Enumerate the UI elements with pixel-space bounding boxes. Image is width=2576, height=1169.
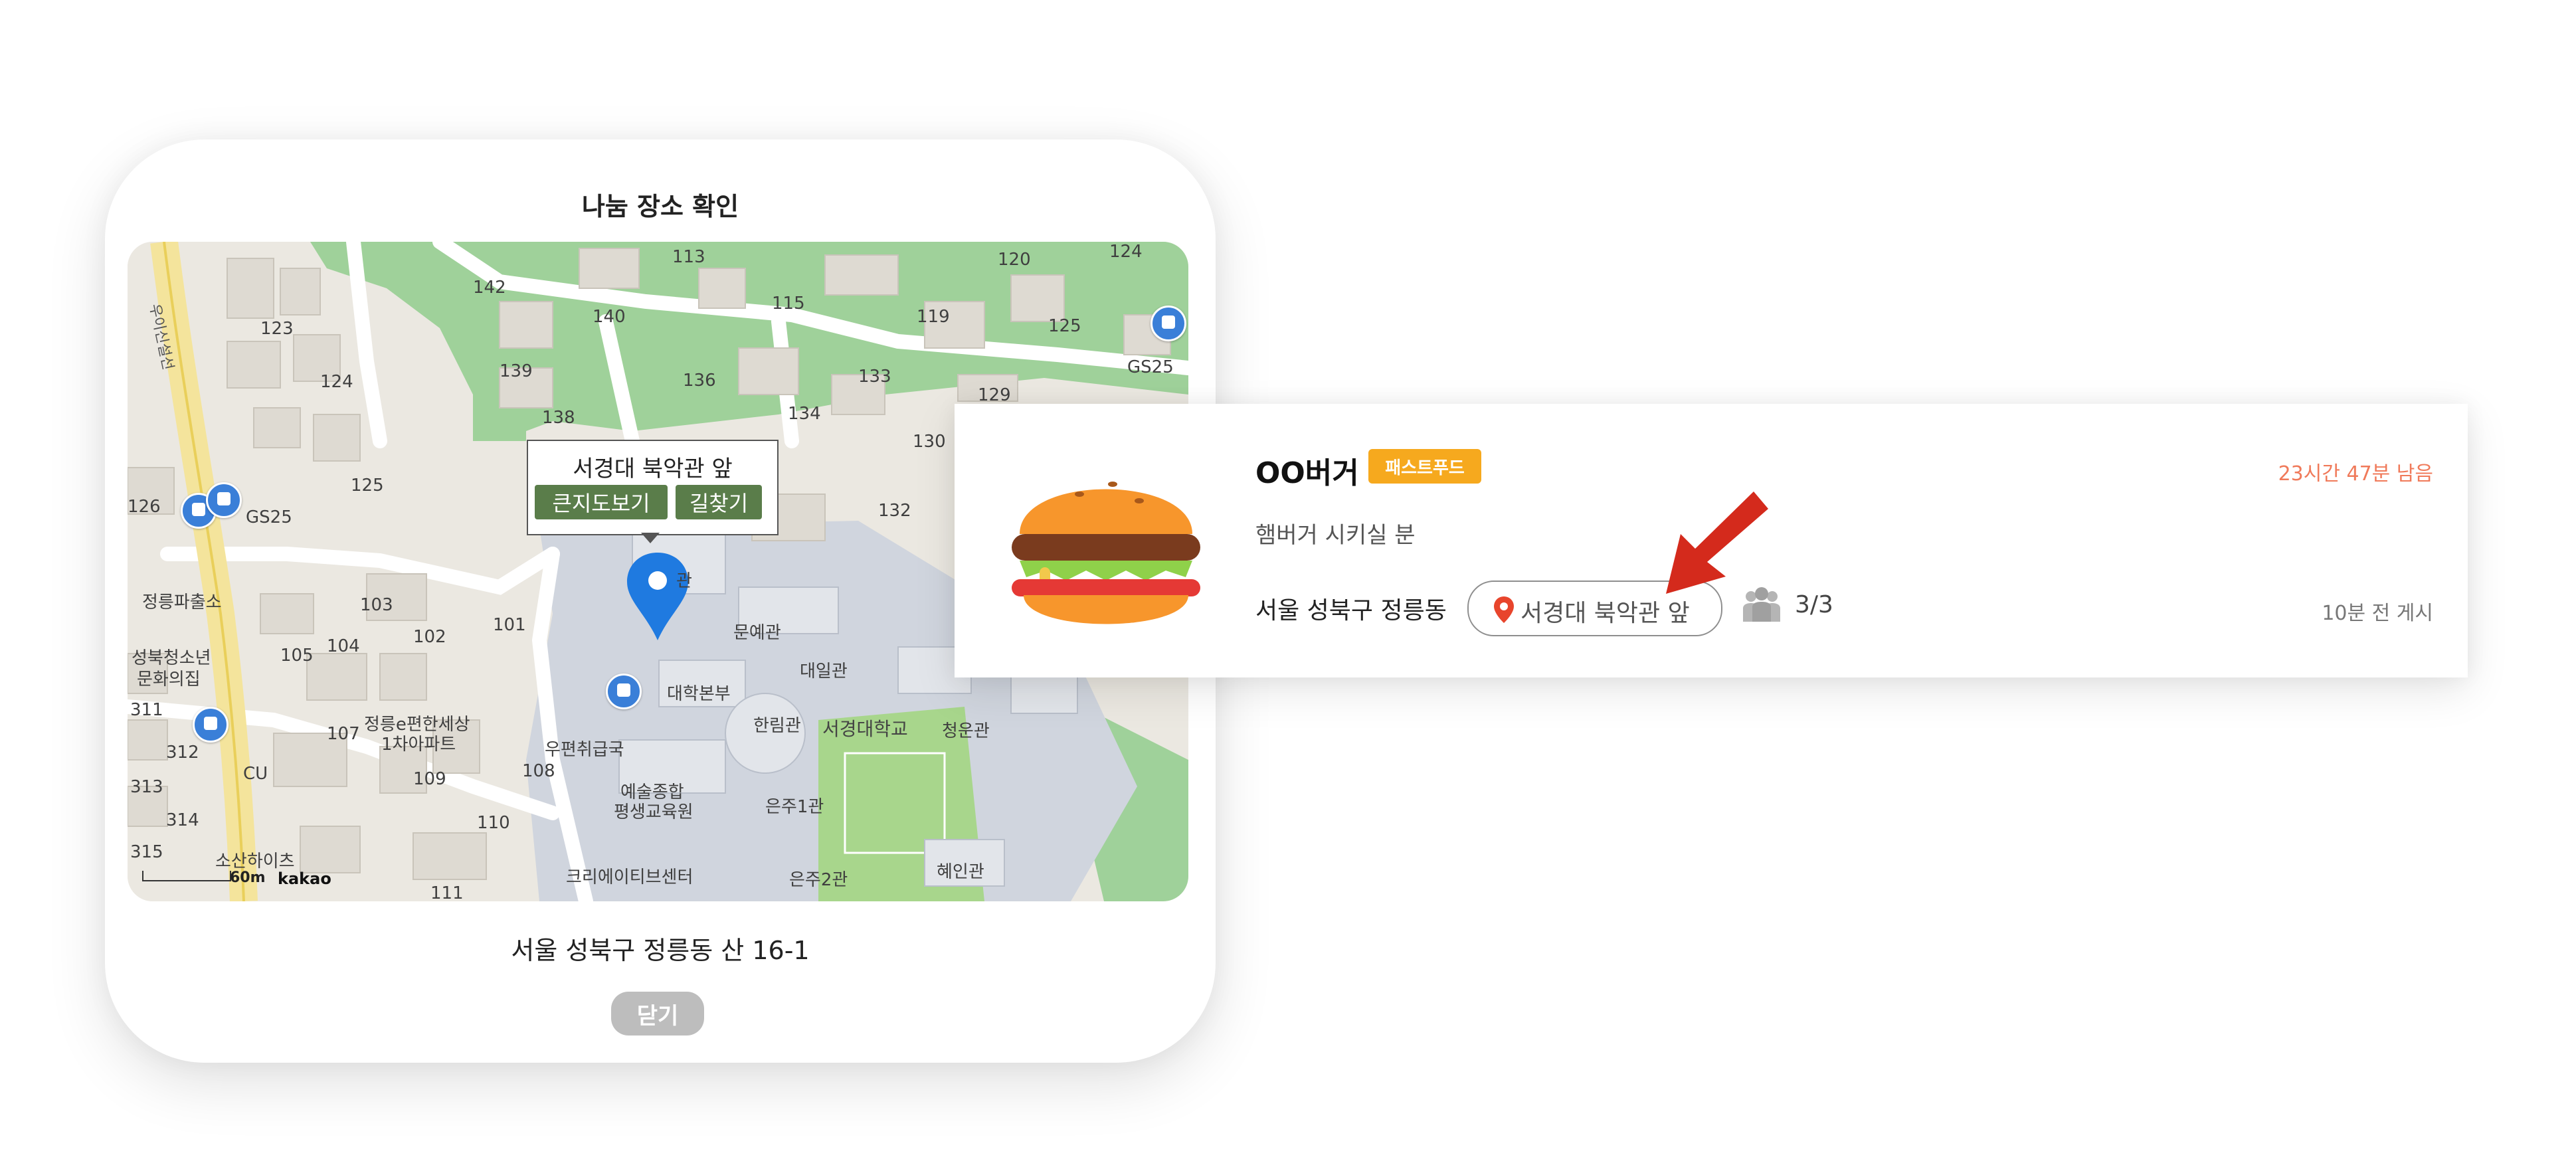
map-label: 105 [280, 646, 314, 666]
map-label: 130 [913, 432, 946, 452]
map-label: 124 [1109, 242, 1143, 262]
map-label: 문예관 [733, 623, 781, 643]
place-address: 서울 성북구 정릉동 산 16-1 [511, 936, 810, 965]
map-label: 혜인관 [937, 862, 984, 882]
map-label: 111 [430, 883, 464, 901]
map-label: 136 [683, 371, 716, 391]
map-label: 한림관 [753, 716, 801, 736]
map-label: 119 [917, 307, 950, 327]
region-text: 서울 성북구 정릉동 [1255, 597, 1447, 624]
map-label: 대일관 [800, 662, 848, 681]
pointer-arrow-icon [1666, 492, 1768, 594]
store-name: OO버거 [1255, 456, 1359, 490]
time-remaining: 23시간 47분 남음 [2278, 462, 2433, 486]
map-info-window: 서경대 북악관 앞 큰지도보기 길찾기 [527, 440, 779, 535]
map-label: GS25 [246, 507, 292, 527]
map-label: 107 [327, 724, 360, 744]
map-label: 313 [130, 777, 163, 797]
post-description: 햄버거 시키실 분 [1255, 522, 1416, 549]
participant-count: 3/3 [1795, 591, 1833, 618]
map-label: 126 [128, 497, 161, 517]
map-scale-label: 60m [230, 869, 266, 886]
bus-stop-icon[interactable] [206, 482, 242, 518]
map-label: 142 [473, 278, 506, 298]
info-window-title: 서경대 북악관 앞 [573, 456, 733, 482]
location-pin-icon [1494, 596, 1514, 623]
directions-button[interactable]: 길찾기 [676, 485, 762, 519]
map-label: 은주2관 [789, 870, 848, 890]
map-label: 125 [351, 476, 384, 495]
map-label: 크리에이티브센터 [566, 867, 693, 887]
map-label: 109 [413, 769, 446, 789]
posted-time: 10분 전 게시 [2322, 602, 2433, 625]
map-label: CU [243, 764, 268, 784]
bus-stop-icon[interactable] [193, 707, 229, 743]
map-label: 평생교육원 [614, 802, 693, 822]
big-map-button[interactable]: 큰지도보기 [535, 485, 668, 519]
burger-icon [1012, 482, 1200, 624]
map-label: 120 [998, 250, 1031, 270]
map-label: 우편취급국 [545, 740, 624, 760]
category-badge: 패스트푸드 [1368, 449, 1481, 484]
map-label: 108 [522, 761, 555, 781]
map-label: 129 [978, 385, 1011, 405]
map-label: 132 [878, 501, 911, 521]
map-label: 서경대학교 [822, 718, 908, 740]
kakao-logo: kakao [278, 869, 331, 888]
map-label: 110 [477, 813, 510, 833]
map-label: 138 [542, 408, 575, 428]
map-label: 은주1관 [765, 797, 824, 817]
info-window-tail [641, 533, 660, 543]
map-label: 314 [166, 810, 199, 830]
map-label: 청운관 [942, 721, 990, 741]
map-label: 124 [320, 372, 353, 392]
map-label: 관 [676, 571, 692, 591]
map-label: 315 [130, 842, 163, 862]
bus-stop-icon[interactable] [1150, 306, 1186, 341]
map-label: 113 [672, 247, 705, 267]
map-label: 소산하이츠 [215, 852, 295, 871]
map-label: 문화의집 [137, 670, 201, 689]
modal-title: 나눔 장소 확인 [581, 192, 739, 221]
map-label: 102 [413, 627, 446, 647]
map-label: 125 [1048, 316, 1081, 336]
map-label: 123 [260, 319, 294, 339]
close-button[interactable]: 닫기 [611, 992, 704, 1035]
map-label: 101 [493, 615, 526, 635]
map-label: GS25 [1127, 357, 1174, 377]
map-label: 정릉파출소 [142, 592, 222, 612]
map-label: 대학본부 [667, 684, 731, 704]
map-label: 312 [166, 743, 199, 763]
map-label: 311 [130, 700, 163, 720]
map-label: 103 [360, 595, 393, 615]
map-label: 133 [858, 367, 891, 387]
map-label: 1차아파트 [381, 735, 456, 755]
map-label: 104 [327, 636, 360, 656]
bus-stop-icon[interactable] [606, 674, 642, 709]
map-scale-bar [142, 871, 231, 881]
map-label: 115 [772, 294, 805, 314]
map-label: 140 [593, 307, 626, 327]
map-label: 139 [500, 361, 533, 381]
map-label: 134 [788, 404, 821, 424]
